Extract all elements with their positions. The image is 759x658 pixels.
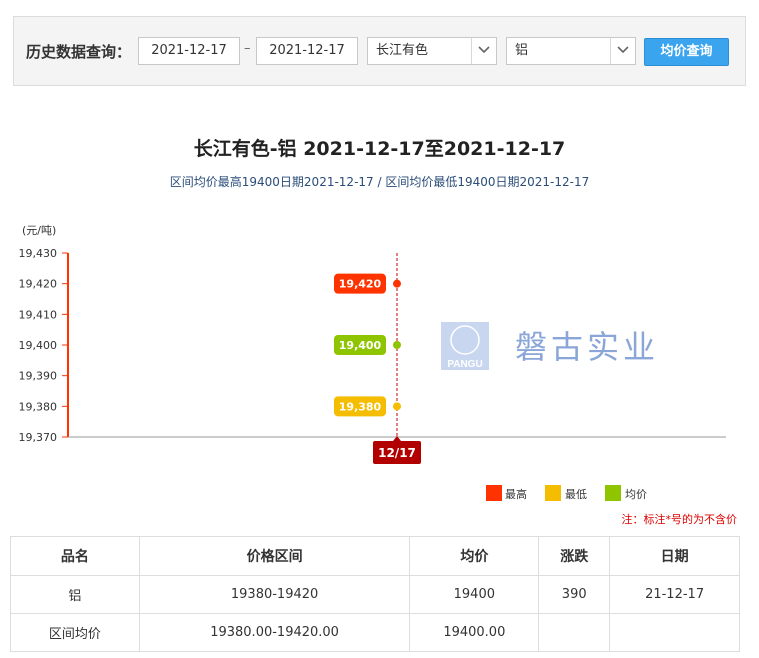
data-label: 19,420: [339, 278, 382, 291]
start-date-input[interactable]: 2021-12-17: [138, 37, 240, 65]
average-price-query-button[interactable]: 均价查询: [644, 38, 729, 66]
query-label: 历史数据查询：: [26, 43, 132, 61]
y-tick-label: 19,370: [19, 431, 58, 444]
data-point[interactable]: [393, 279, 401, 288]
chevron-down-icon: [610, 38, 635, 64]
chart-subtitle: 区间均价最高19400日期2021-12-17 / 区间均价最低19400日期2…: [169, 175, 590, 189]
end-date-input[interactable]: 2021-12-17: [256, 37, 358, 65]
watermark-logo-text: PANGU: [447, 359, 482, 370]
y-tick-label: 19,390: [19, 370, 58, 383]
price-note: 注：标注*号的为不含价: [622, 512, 738, 526]
legend-swatch-high[interactable]: [486, 485, 502, 501]
y-tick-label: 19,400: [19, 339, 58, 352]
legend-label-low[interactable]: 最低: [565, 488, 587, 501]
legend: 最高 最低 均价: [486, 485, 647, 501]
date-separator: –: [244, 41, 251, 56]
y-axis-ticks: 19,430 19,420 19,410 19,400 19,390 19,380 19,3…: [19, 247, 68, 444]
data-label: 19,380: [339, 400, 382, 413]
cell-price-range: 19380-19420: [138, 575, 411, 614]
cell-average: 19400: [409, 575, 540, 614]
market-select[interactable]: 长江有色: [367, 37, 497, 65]
metal-select[interactable]: 铝: [506, 37, 636, 65]
price-chart: PANGU 磐古实业 (元/吨) 19,430 19,420 19,410 19,40…: [19, 224, 738, 526]
table-row: 区间均价 19380.00-19420.00 19400.00: [10, 613, 740, 652]
legend-label-high[interactable]: 最高: [505, 487, 527, 501]
y-tick-label: 19,380: [19, 400, 58, 413]
metal-select-value: 铝: [515, 43, 529, 58]
chart-title: 长江有色-铝 2021-12-17至2021-12-17: [193, 138, 566, 160]
y-tick-label: 19,410: [19, 308, 58, 321]
x-tick-label: 12/17: [378, 446, 416, 460]
col-header-price-range: 价格区间: [138, 536, 411, 576]
x-axis-date-badge: 12/17: [373, 436, 421, 464]
watermark-text: 磐古实业: [515, 328, 659, 366]
col-header-average: 均价: [409, 536, 540, 576]
data-point[interactable]: [393, 402, 401, 411]
price-table: 品名 价格区间 均价 涨跌 日期 铝 19380-19420 19400 390…: [10, 536, 740, 652]
col-header-date: 日期: [609, 536, 740, 576]
y-tick-label: 19,420: [19, 278, 58, 291]
chart-marks: 19,420 19,380 19,400: [334, 273, 401, 417]
chevron-down-icon: [471, 38, 496, 64]
data-point[interactable]: [393, 341, 401, 349]
y-tick-label: 19,430: [19, 247, 58, 260]
data-label: 19,400: [339, 339, 382, 352]
legend-swatch-avg[interactable]: [605, 485, 621, 501]
cell-price-range: 19380.00-19420.00: [138, 613, 411, 652]
legend-label-avg[interactable]: 均价: [625, 488, 647, 501]
legend-swatch-low[interactable]: [545, 485, 561, 501]
cell-product: 区间均价: [10, 613, 140, 652]
query-bar: 历史数据查询： 2021-12-17 – 2021-12-17 长江有色 铝 均…: [13, 16, 746, 86]
watermark: PANGU 磐古实业: [441, 322, 659, 370]
table-header-row: 品名 价格区间 均价 涨跌 日期: [10, 536, 740, 576]
table-row: 铝 19380-19420 19400 390 21-12-17: [10, 575, 740, 614]
cell-date: 21-12-17: [609, 575, 740, 614]
cell-average: 19400.00: [409, 613, 540, 652]
col-header-change: 涨跌: [538, 536, 611, 576]
cell-date: [609, 613, 740, 652]
market-select-value: 长江有色: [376, 43, 429, 58]
cell-change: [538, 613, 611, 652]
col-header-product: 品名: [10, 536, 140, 576]
cell-product: 铝: [10, 575, 140, 614]
cell-change: 390: [538, 575, 611, 614]
y-axis-unit: (元/吨): [22, 224, 56, 237]
